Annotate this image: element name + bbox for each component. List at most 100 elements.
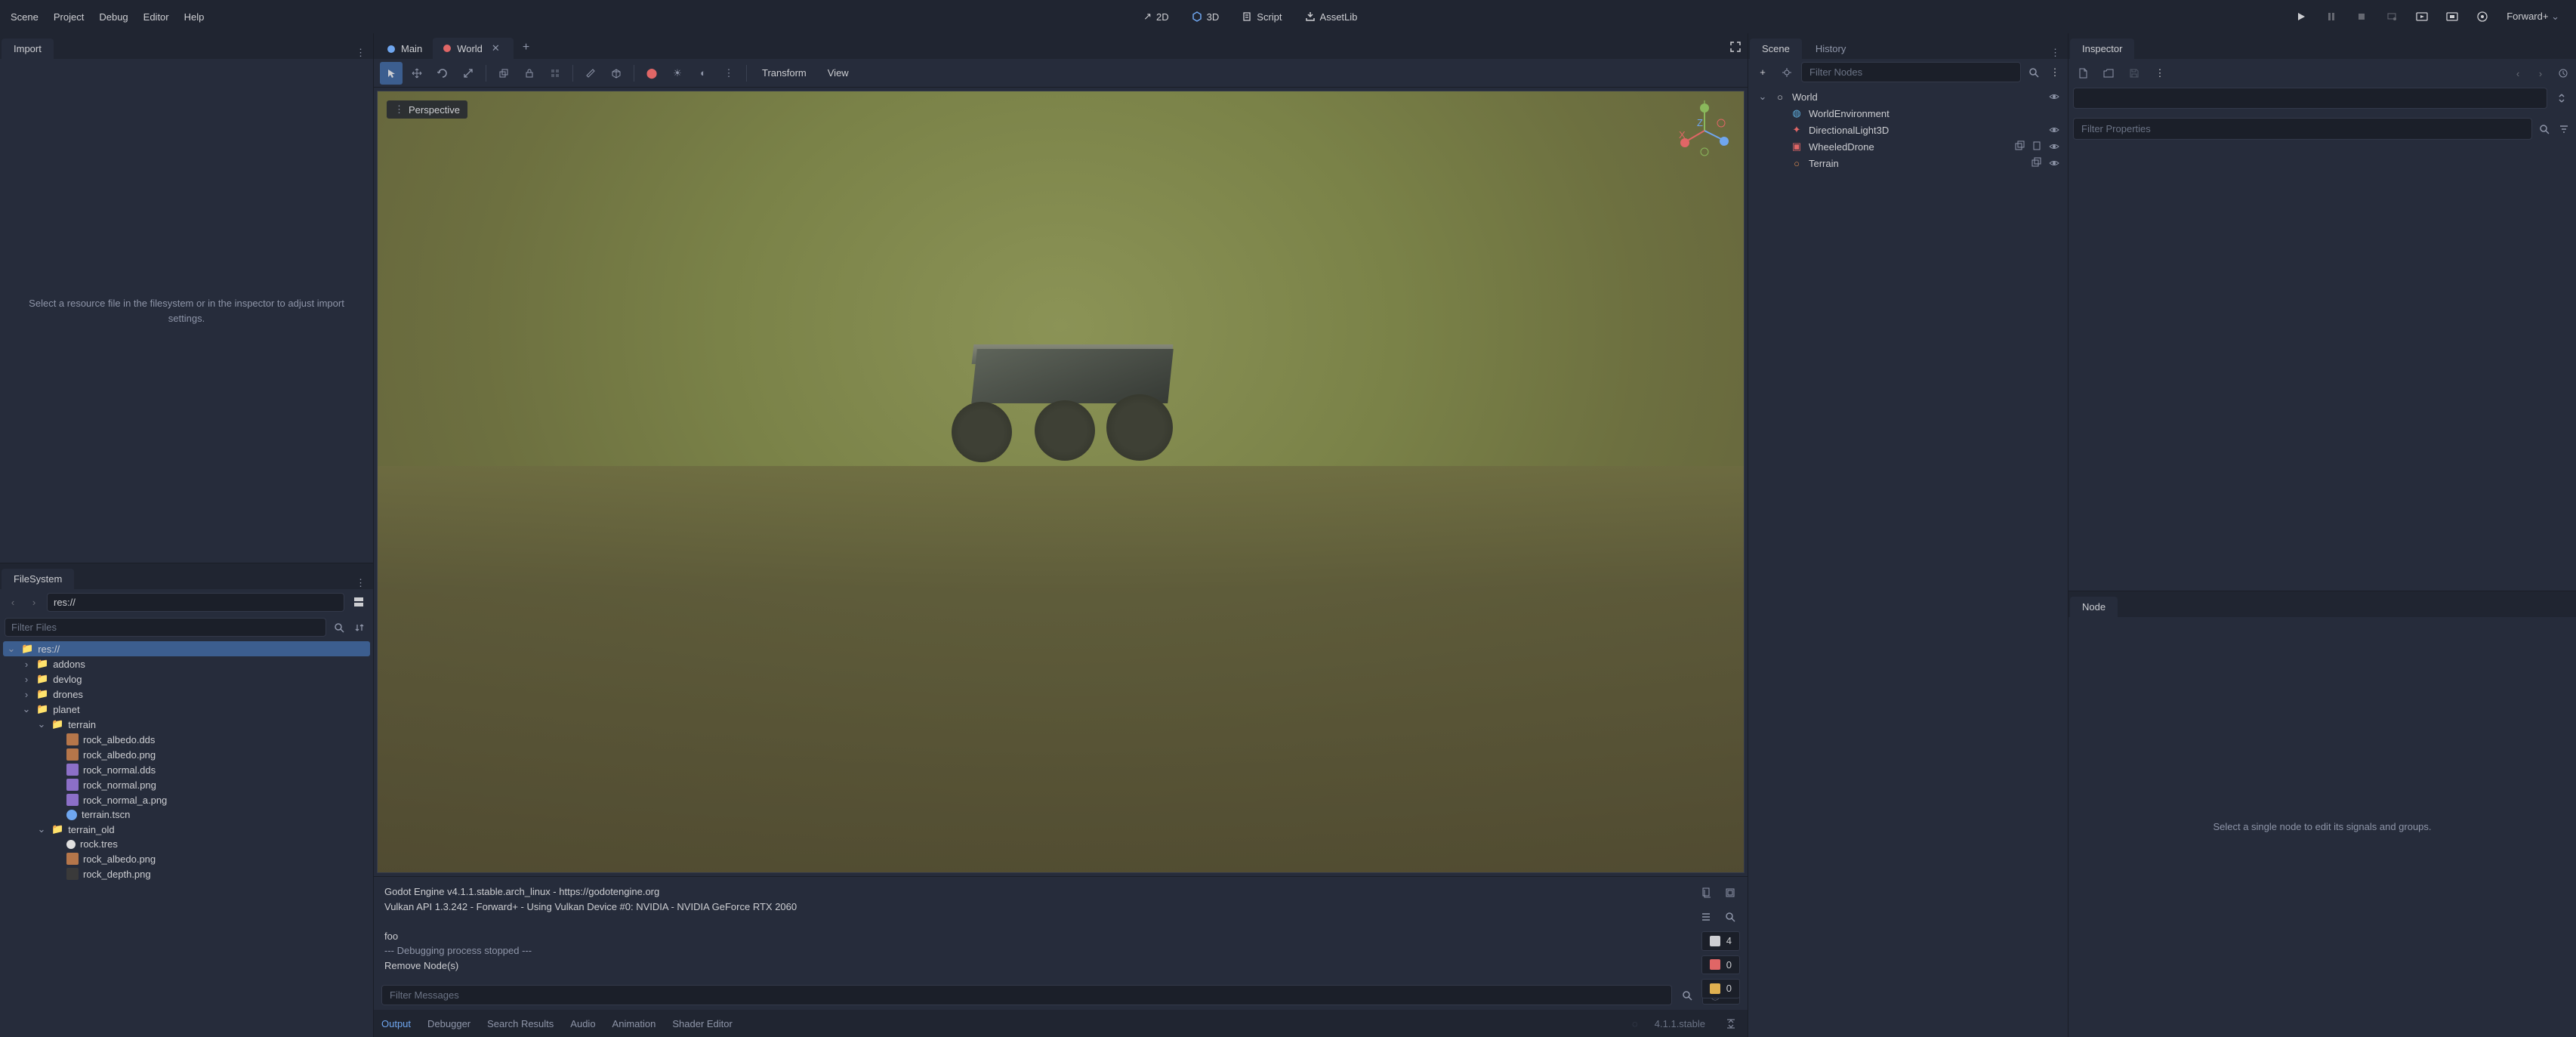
sun-tool-icon[interactable]: ☀ [666, 62, 689, 85]
menu-help[interactable]: Help [177, 8, 212, 26]
file-row[interactable]: rock.tres [3, 837, 370, 851]
play-button[interactable] [2289, 5, 2313, 29]
dock-options-icon[interactable]: ⋮ [2043, 47, 2068, 59]
folder-row[interactable]: ⌄📁res:// [3, 641, 370, 656]
tree-twisty-icon[interactable]: › [21, 689, 32, 700]
tree-twisty-icon[interactable]: ⌄ [1757, 91, 1768, 103]
filter-options-icon[interactable] [2556, 121, 2571, 137]
folder-row[interactable]: ›📁devlog [3, 671, 370, 687]
scene-tab-world[interactable]: World✕ [433, 38, 514, 59]
resource-path-field[interactable] [2073, 88, 2547, 109]
tab-output[interactable]: Output [381, 1018, 411, 1029]
distraction-free-icon[interactable] [1723, 35, 1748, 59]
env-tool-icon[interactable]: ◐ [692, 62, 714, 85]
tab-inspector[interactable]: Inspector [2070, 39, 2134, 59]
3d-viewport[interactable]: ⋮Perspective Y X Z [377, 91, 1745, 873]
file-row[interactable]: rock_normal_a.png [3, 792, 370, 807]
close-tab-icon[interactable]: ✕ [489, 42, 503, 54]
sort-icon[interactable] [352, 619, 369, 636]
add-scene-tab-button[interactable]: + [514, 36, 538, 59]
new-resource-icon[interactable] [2073, 63, 2093, 83]
search-icon[interactable] [331, 619, 347, 636]
expand-bottom-icon[interactable] [1722, 1014, 1740, 1032]
mode-2d-button[interactable]: ↗2D [1136, 8, 1177, 26]
move-tool-icon[interactable] [406, 62, 428, 85]
remote-debug-button[interactable] [2380, 5, 2404, 29]
folder-row[interactable]: ›📁drones [3, 687, 370, 702]
visibility-icon[interactable] [2048, 124, 2060, 136]
scene-tab-main[interactable]: Main [377, 39, 433, 59]
folder-row[interactable]: ⌄📁terrain [3, 717, 370, 732]
mode-script-button[interactable]: Script [1234, 8, 1289, 26]
tree-twisty-icon[interactable]: › [21, 659, 32, 670]
file-row[interactable]: terrain.tscn [3, 807, 370, 822]
inspector-options-icon[interactable]: ⋮ [2150, 63, 2170, 83]
file-row[interactable]: rock_albedo.dds [3, 732, 370, 747]
ruler-tool-icon[interactable] [579, 62, 602, 85]
scale-tool-icon[interactable] [457, 62, 480, 85]
scene-node-row[interactable]: ○Terrain [1753, 155, 2063, 171]
visibility-icon[interactable] [2048, 157, 2060, 169]
back-icon[interactable]: ‹ [5, 594, 21, 610]
msg-count[interactable]: 4 [1701, 931, 1740, 951]
tab-audio[interactable]: Audio [570, 1018, 595, 1029]
instance-tool-icon[interactable] [492, 62, 515, 85]
tree-twisty-icon[interactable]: › [21, 674, 32, 685]
expand-all-icon[interactable] [2552, 88, 2571, 108]
search-icon[interactable] [2537, 121, 2552, 137]
tree-twisty-icon[interactable]: ⌄ [36, 718, 47, 730]
perspective-button[interactable]: ⋮Perspective [387, 100, 467, 119]
scene-tree[interactable]: ⌄○World◍WorldEnvironment✦DirectionalLigh… [1748, 85, 2068, 174]
history-forward-icon[interactable]: › [2532, 65, 2549, 82]
tab-history[interactable]: History [1803, 39, 1858, 59]
visibility-icon[interactable] [2048, 140, 2060, 153]
error-count[interactable]: 0 [1701, 955, 1740, 975]
add-node-icon[interactable]: + [1753, 63, 1772, 82]
history-icon[interactable] [2555, 65, 2571, 82]
split-mode-icon[interactable] [349, 592, 369, 612]
filter-messages-input[interactable] [381, 985, 1672, 1005]
tab-animation[interactable]: Animation [612, 1018, 656, 1029]
instance-scene-icon[interactable] [1777, 63, 1797, 82]
pause-button[interactable] [2319, 5, 2343, 29]
dock-options-icon[interactable]: ⋮ [348, 47, 373, 59]
tab-scene[interactable]: Scene [1750, 39, 1802, 59]
clear-output-icon[interactable] [1720, 883, 1740, 903]
tab-filesystem[interactable]: FileSystem [2, 569, 74, 589]
filter-nodes-input[interactable] [1801, 62, 2021, 82]
visibility-icon[interactable] [2048, 91, 2060, 103]
output-list-icon[interactable] [1696, 907, 1716, 927]
menu-editor[interactable]: Editor [136, 8, 177, 26]
tab-debugger[interactable]: Debugger [427, 1018, 470, 1029]
orientation-gizmo[interactable]: Y X Z [1674, 100, 1735, 161]
filter-files-input[interactable] [5, 618, 326, 637]
load-resource-icon[interactable] [2099, 63, 2118, 83]
search-icon[interactable] [1678, 986, 1696, 1005]
tree-twisty-icon[interactable]: ⌄ [21, 703, 32, 715]
snap-tool-icon[interactable]: ⬤ [640, 62, 663, 85]
folder-row[interactable]: ›📁addons [3, 656, 370, 671]
warning-count[interactable]: 0 [1701, 979, 1740, 998]
version-label[interactable]: 4.1.1.stable [1655, 1018, 1705, 1029]
play-scene-button[interactable] [2410, 5, 2434, 29]
renderer-selector[interactable]: Forward+ ⌄ [2500, 11, 2565, 23]
scene-tree-options-icon[interactable]: ⋮ [2047, 64, 2063, 81]
more-tools-icon[interactable]: ⋮ [717, 62, 740, 85]
copy-output-icon[interactable] [1696, 883, 1716, 903]
local-space-icon[interactable] [605, 62, 628, 85]
mode-assetlib-button[interactable]: AssetLib [1297, 8, 1365, 26]
file-row[interactable]: rock_albedo.png [3, 851, 370, 866]
tree-twisty-icon[interactable]: ⌄ [36, 823, 47, 835]
group-tool-icon[interactable] [544, 62, 566, 85]
lock-tool-icon[interactable] [518, 62, 541, 85]
tree-twisty-icon[interactable]: ⌄ [6, 643, 17, 655]
save-resource-icon[interactable] [2124, 63, 2144, 83]
file-row[interactable]: rock_normal.dds [3, 762, 370, 777]
path-input[interactable] [47, 593, 344, 612]
transform-menu[interactable]: Transform [753, 67, 816, 79]
forward-icon[interactable]: › [26, 594, 42, 610]
select-tool-icon[interactable] [380, 62, 403, 85]
scene-node-row[interactable]: ✦DirectionalLight3D [1753, 122, 2063, 138]
instance-icon[interactable] [2031, 157, 2042, 169]
file-row[interactable]: rock_normal.png [3, 777, 370, 792]
